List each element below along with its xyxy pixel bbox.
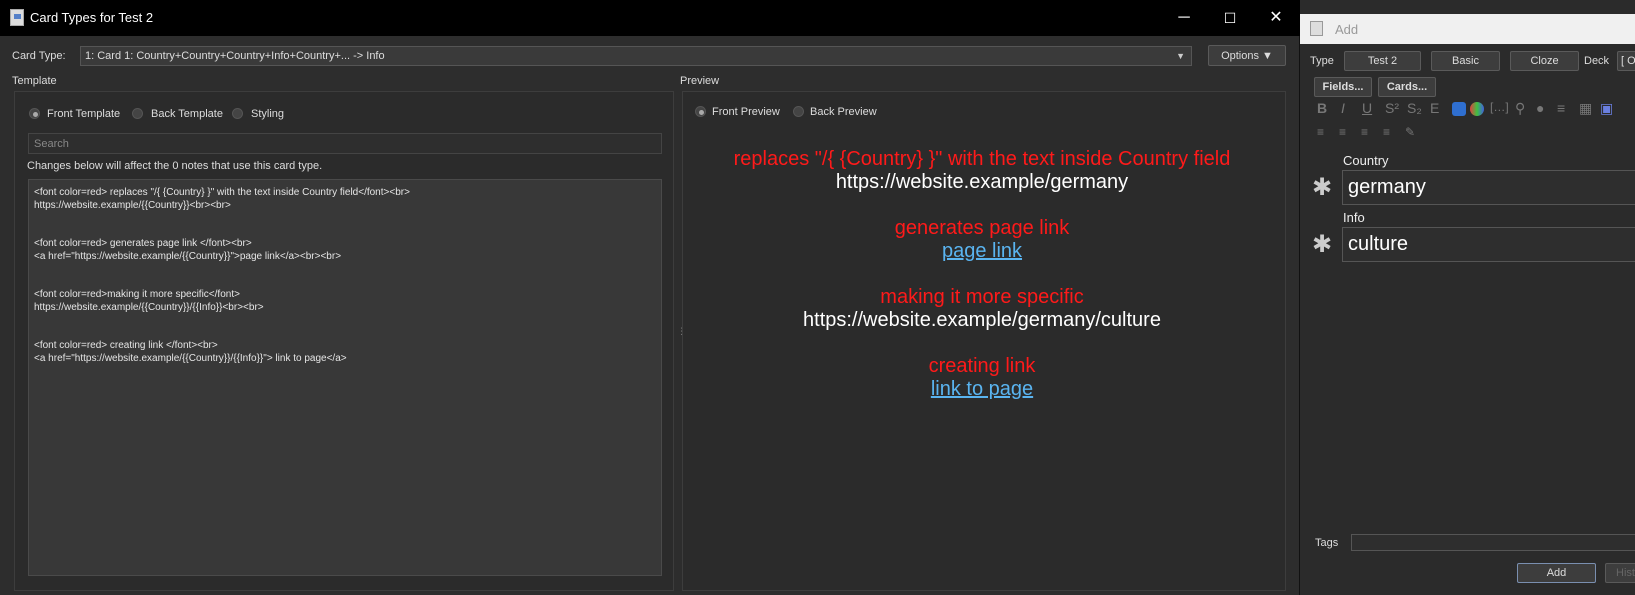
align-left-icon[interactable]: ≡ [1317,125,1324,139]
add-window-title: Add [1335,22,1359,37]
info-field-label: Info [1343,210,1365,225]
preview-line: creating link [928,355,1036,377]
note-type-button[interactable]: Test 2 [1344,51,1421,71]
editor-line: <font color=red> replaces "/{ {Country} … [34,187,410,198]
tags-input[interactable] [1351,534,1635,551]
options-button[interactable]: Options ▼ [1208,45,1286,66]
record-audio-icon[interactable]: ● [1536,100,1544,116]
front-template-radio[interactable] [29,108,40,119]
window-title: Card Types for Test 2 [30,10,154,25]
basic-button[interactable]: Basic [1431,51,1500,71]
editor-line: https://website.example/{{Country}}<br><… [34,200,231,211]
list-icon[interactable]: ≡ [1557,100,1565,116]
type-label: Type [1310,55,1334,67]
card-type-select[interactable]: 1: Card 1: Country+Country+Country+Info+… [80,46,1192,66]
fields-button[interactable]: Fields... [1314,77,1372,97]
align-right-icon[interactable]: ≡ [1361,125,1368,139]
sticky-pin-icon[interactable]: ✱ [1312,230,1332,259]
underline-icon[interactable]: U [1362,100,1372,116]
preview-link-row: link to page [692,378,1272,401]
editor-line: <a href="https://website.example/{{Count… [34,353,347,364]
deck-label: Deck [1584,55,1610,67]
highlight-color-icon[interactable] [1470,102,1484,116]
table-icon[interactable]: ▦ [1579,100,1592,117]
italic-icon[interactable]: I [1341,100,1345,116]
search-input[interactable]: Search [28,133,662,154]
styling-label[interactable]: Styling [251,108,284,120]
sticky-pin-icon[interactable]: ✱ [1312,173,1332,202]
app-icon [10,9,24,26]
front-template-label[interactable]: Front Template [47,108,120,120]
template-editor[interactable]: <font color=red> replaces "/{ {Country} … [28,179,662,576]
preview-line: https://website.example/germany [835,171,1129,193]
card-type-value: 1: Card 1: Country+Country+Country+Info+… [85,50,385,62]
title-bar: Card Types for Test 2 ─ ☐ ✕ [0,0,1300,36]
card-type-label: Card Type: [12,50,66,62]
add-button[interactable]: Add [1517,563,1596,583]
preview-line: replaces "/{ {Country} }" with the text … [733,148,1231,170]
front-preview-label[interactable]: Front Preview [712,106,780,118]
close-button[interactable]: ✕ [1262,6,1290,30]
add-title-bar: Add [1300,14,1635,44]
maximize-button[interactable]: ☐ [1216,6,1244,30]
editor-line: <font color=red>making it more specific<… [34,289,240,300]
text-color-icon[interactable] [1452,102,1466,116]
template-section-label: Template [12,75,57,87]
styling-radio[interactable] [232,108,243,119]
preview-link-row: page link [692,240,1272,263]
cloze-icon[interactable]: […] [1490,100,1509,114]
preview-line: making it more specific [880,286,1084,308]
attach-icon[interactable]: ⚲ [1515,100,1525,117]
justify-icon[interactable]: ≡ [1383,125,1390,139]
back-preview-label[interactable]: Back Preview [810,106,877,118]
link-to-page[interactable]: link to page [931,378,1033,400]
clear-format-icon[interactable]: E [1430,100,1439,116]
tags-label: Tags [1315,537,1339,549]
editor-line: <a href="https://website.example/{{Count… [34,251,342,262]
card-types-window: Card Types for Test 2 ─ ☐ ✕ Card Type: 1… [0,0,1300,595]
chevron-down-icon: ▼ [1176,51,1185,61]
front-preview-radio[interactable] [695,106,706,117]
back-template-label[interactable]: Back Template [151,108,223,120]
back-template-radio[interactable] [132,108,143,119]
align-center-icon[interactable]: ≡ [1339,125,1346,139]
info-field[interactable]: culture [1342,227,1635,262]
country-field[interactable]: germany [1342,170,1635,205]
page-link[interactable]: page link [942,240,1022,262]
editor-line: https://website.example/{{Country}}/{{In… [34,302,264,313]
preview-line: generates page link [894,217,1070,239]
image-occlusion-icon[interactable]: ▣ [1600,100,1613,117]
preview-section-label: Preview [680,75,720,87]
bold-icon[interactable]: B [1317,100,1327,116]
country-field-label: Country [1343,153,1389,168]
history-button[interactable]: Hist [1605,563,1635,583]
superscript-icon[interactable]: S² [1385,100,1399,116]
editor-line: <font color=red> generates page link </f… [34,238,252,249]
subscript-icon[interactable]: S₂ [1407,100,1422,116]
paint-icon[interactable]: ✎ [1405,125,1415,139]
minimize-button[interactable]: ─ [1170,6,1198,30]
notes-notice: Changes below will affect the 0 notes th… [27,160,323,172]
cloze-button[interactable]: Cloze [1510,51,1579,71]
back-preview-radio[interactable] [793,106,804,117]
preview-line: https://website.example/germany/culture [803,309,1161,331]
add-window: Add Type Test 2 Basic Cloze Deck [ O Fie… [1300,0,1635,595]
app-icon [1310,21,1323,36]
deck-button[interactable]: [ O [1617,51,1635,71]
editor-line: <font color=red> creating link </font><b… [34,340,218,351]
cards-button[interactable]: Cards... [1378,77,1436,97]
